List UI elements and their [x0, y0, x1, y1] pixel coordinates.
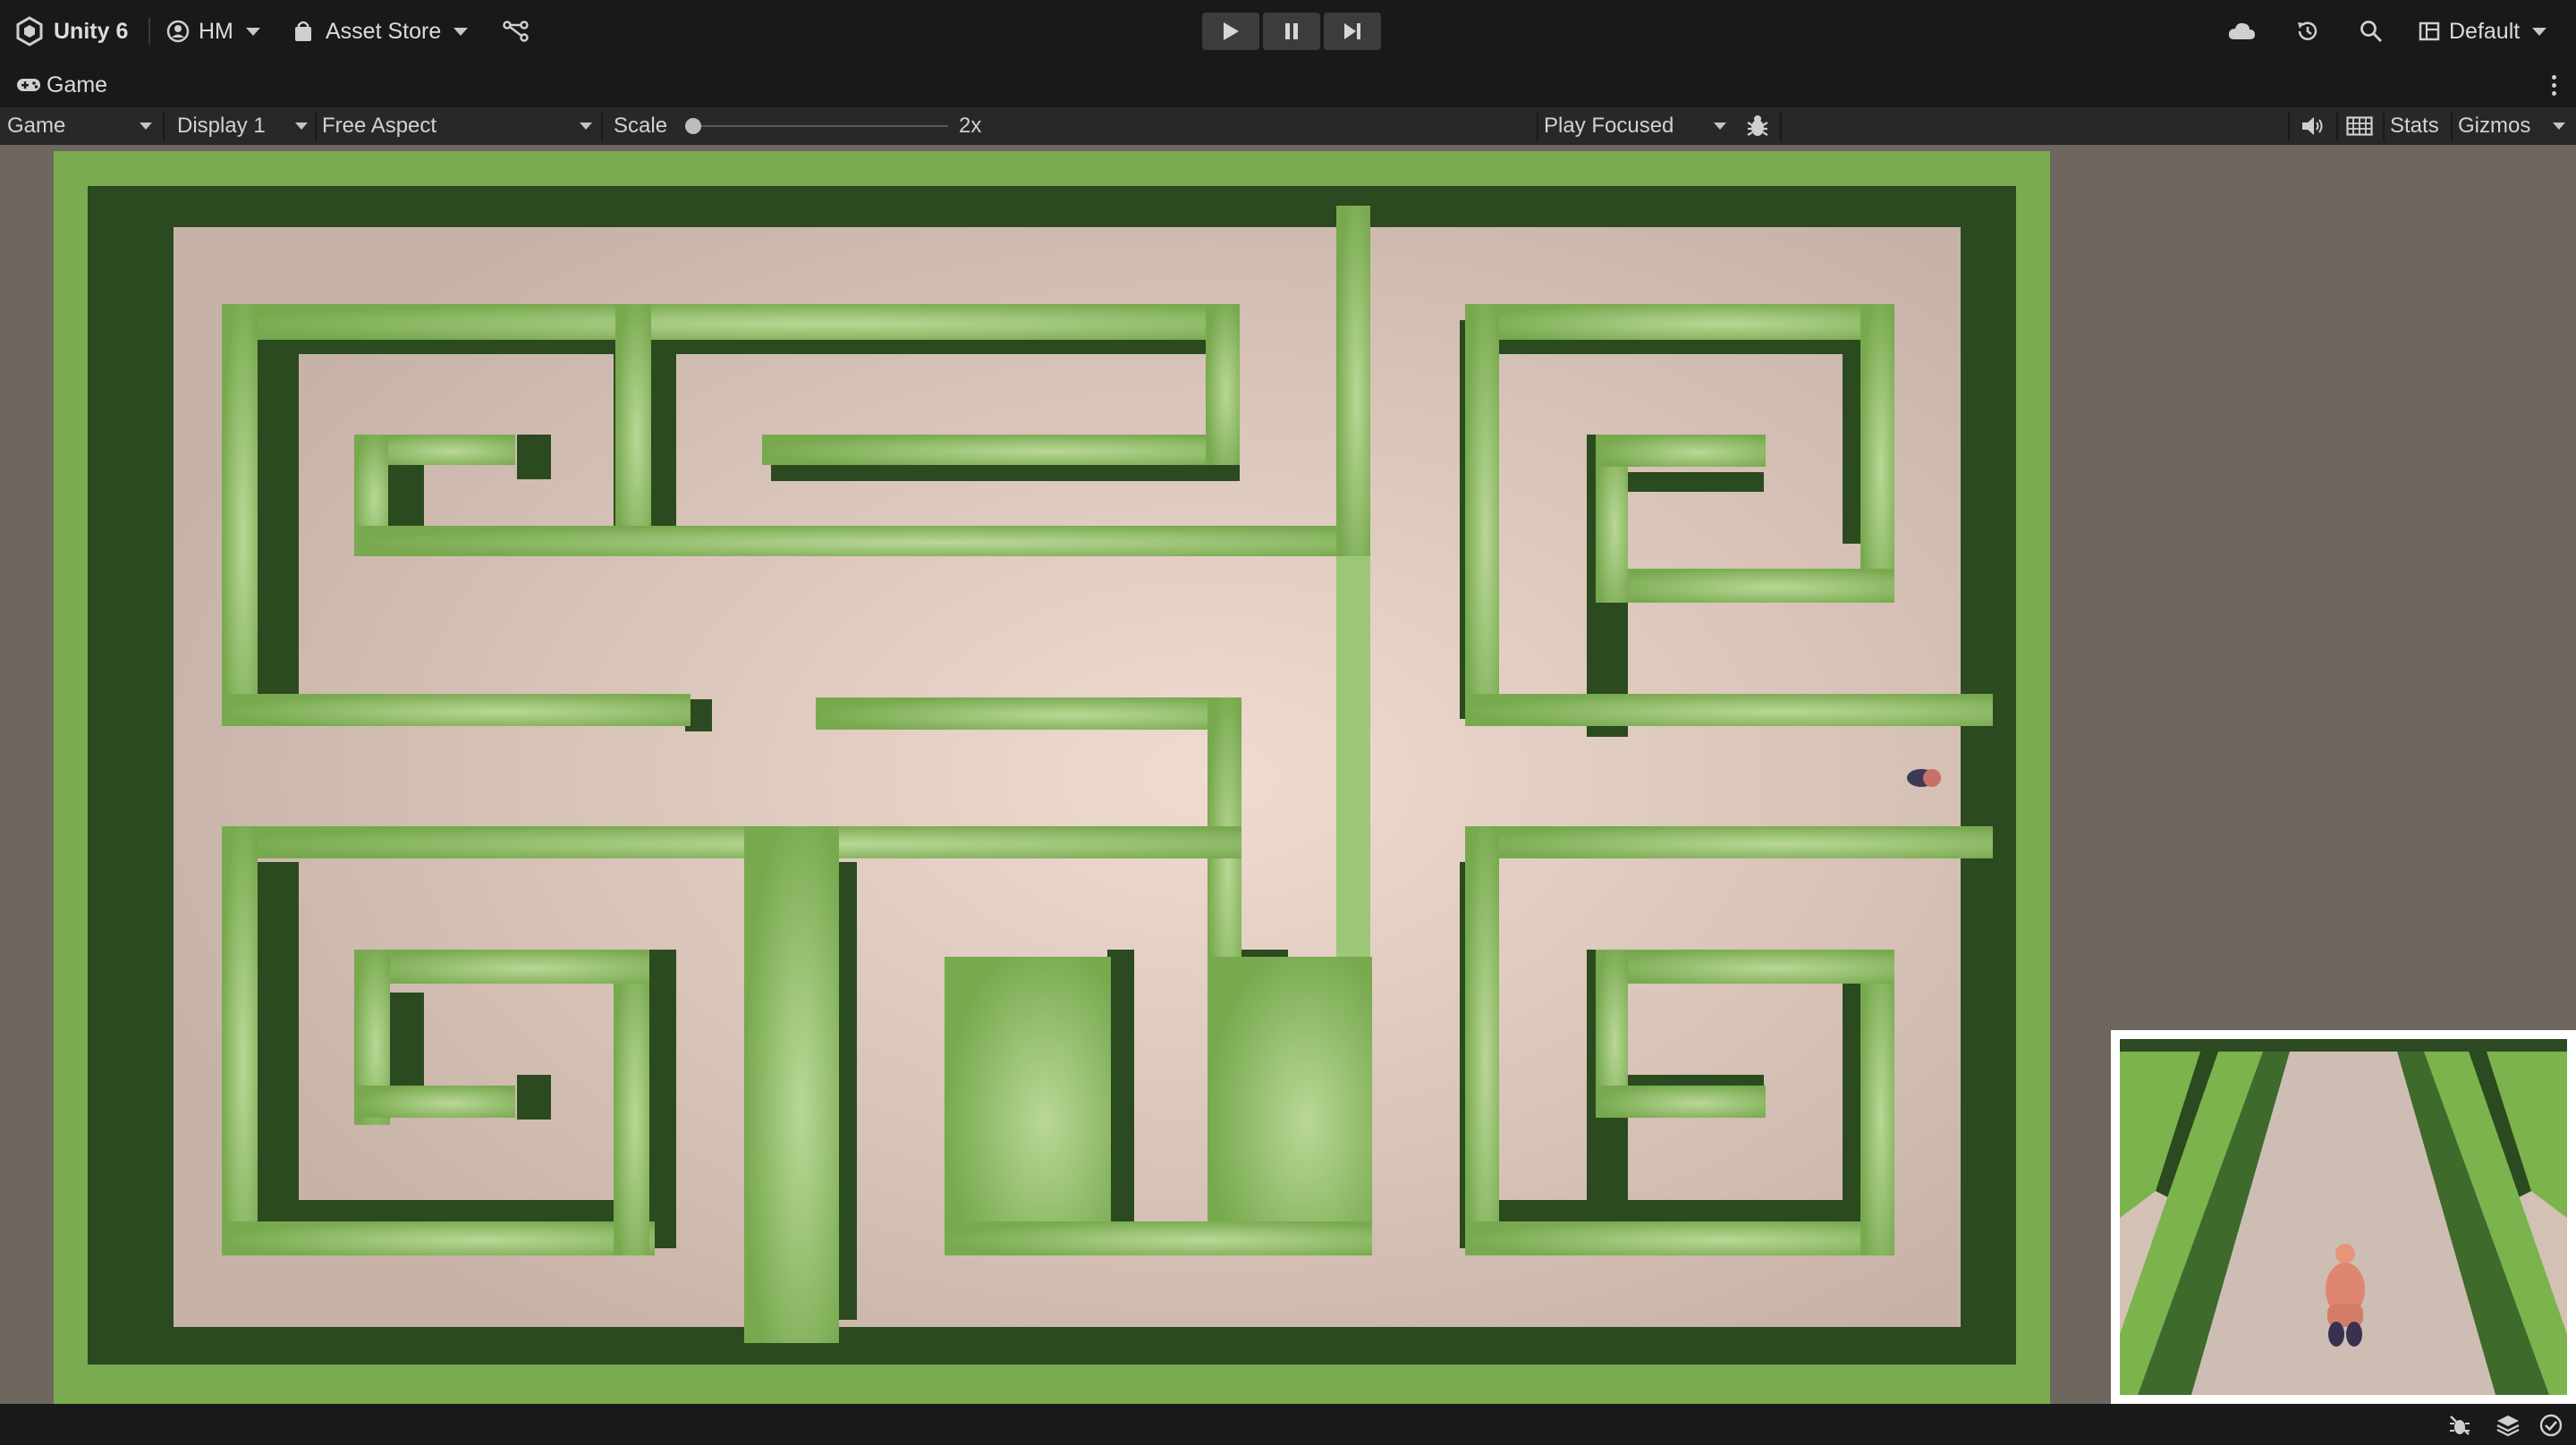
account-icon [166, 20, 190, 43]
aspect-label: Free Aspect [322, 114, 437, 138]
gizmos-label: Gizmos [2458, 114, 2531, 138]
play-icon [1224, 22, 1239, 40]
debug-toggle-button[interactable] [2447, 1413, 2472, 1442]
layout-icon [2419, 21, 2440, 41]
step-icon [1344, 23, 1360, 39]
unity-logo-button[interactable]: Unity 6 [14, 0, 128, 63]
toolbar-divider [1780, 111, 1782, 141]
bug-icon [1747, 115, 1768, 136]
play-controls [1202, 13, 1381, 50]
chevron-down-icon [2532, 27, 2547, 36]
more-options-button[interactable] [2540, 63, 2567, 107]
gizmos-dropdown[interactable]: Gizmos [2458, 107, 2571, 145]
chevron-down-icon [140, 123, 152, 130]
tab-game[interactable]: Game [16, 63, 107, 107]
game-view-toolbar: Game Display 1 Free Aspect Scale 2x Play… [0, 107, 2576, 146]
pause-icon [1285, 23, 1298, 39]
toolbar-divider [2451, 111, 2453, 141]
aspect-dropdown[interactable]: Free Aspect [322, 107, 597, 145]
mute-audio-button[interactable] [2295, 107, 2331, 145]
toolbar-divider [163, 111, 165, 141]
play-mode-label: Play Focused [1544, 114, 1674, 138]
window-tab-bar: Game [0, 63, 2576, 107]
kebab-menu-icon [2551, 74, 2556, 96]
chevron-down-icon [295, 123, 308, 130]
search-icon [2360, 21, 2383, 43]
game-viewport[interactable] [0, 145, 2576, 1404]
play-mode-dropdown[interactable]: Play Focused [1544, 107, 1732, 145]
scale-slider-track [687, 125, 948, 127]
debug-off-icon [2450, 1415, 2470, 1435]
chevron-down-icon [2553, 123, 2565, 130]
status-check-button[interactable] [2538, 1413, 2563, 1442]
third-person-scene [2120, 1039, 2567, 1395]
pause-button[interactable] [1263, 13, 1320, 50]
scale-slider-thumb[interactable] [685, 118, 701, 134]
stats-button[interactable]: Stats [2390, 107, 2439, 145]
keyboard-shortcuts-button[interactable] [2342, 107, 2377, 145]
display-dropdown[interactable]: Display 1 [177, 107, 311, 145]
toolbar-divider [1537, 111, 1538, 141]
version-control-button[interactable] [503, 0, 530, 63]
grid-icon [2346, 116, 2373, 136]
main-toolbar: Unity 6 HM Asset Store Default [0, 0, 2576, 63]
toolbar-divider [2383, 111, 2385, 141]
account-dropdown[interactable]: HM [166, 0, 260, 63]
toolbar-divider [315, 111, 317, 141]
follow-camera-inset [2111, 1030, 2576, 1404]
toolbar-divider [2288, 111, 2290, 141]
chevron-down-icon [580, 123, 592, 130]
step-button[interactable] [1324, 13, 1381, 50]
asset-store-label: Asset Store [326, 18, 442, 44]
version-control-icon [503, 21, 529, 42]
toolbar-divider [2336, 111, 2338, 141]
app-name: Unity 6 [54, 18, 129, 44]
debug-button[interactable] [1739, 107, 1776, 145]
chevron-down-icon [453, 27, 469, 36]
history-icon [2298, 21, 2318, 40]
layers-icon [2496, 1415, 2520, 1437]
search-button[interactable] [2360, 0, 2383, 63]
layers-button[interactable] [2496, 1413, 2521, 1442]
history-button[interactable] [2295, 0, 2320, 63]
view-type-dropdown[interactable]: Game [7, 107, 159, 145]
play-button[interactable] [1202, 13, 1259, 50]
view-type-label: Game [7, 114, 66, 138]
gamepad-icon [17, 79, 40, 91]
layout-label: Default [2449, 18, 2521, 44]
chevron-down-icon [245, 27, 260, 36]
display-label: Display 1 [177, 114, 266, 138]
cloud-button[interactable] [2227, 0, 2256, 63]
scale-label: Scale [614, 114, 668, 138]
asset-store-icon [295, 21, 311, 41]
toolbar-divider [601, 111, 603, 141]
unity-logo-icon [16, 16, 43, 46]
layout-dropdown[interactable]: Default [2419, 0, 2547, 63]
status-bar [0, 1404, 2576, 1445]
tab-label: Game [47, 72, 108, 97]
chevron-down-icon [1714, 123, 1726, 130]
check-icon [2539, 1414, 2563, 1437]
asset-store-dropdown[interactable]: Asset Store [293, 0, 469, 63]
follow-camera-view [2120, 1039, 2567, 1395]
scale-slider[interactable] [685, 107, 948, 145]
toolbar-divider [148, 18, 150, 45]
scale-value: 2x [959, 114, 982, 138]
player-character [1907, 769, 1941, 787]
audio-icon [2302, 117, 2323, 135]
cloud-icon [2228, 22, 2255, 39]
account-label: HM [199, 18, 233, 44]
